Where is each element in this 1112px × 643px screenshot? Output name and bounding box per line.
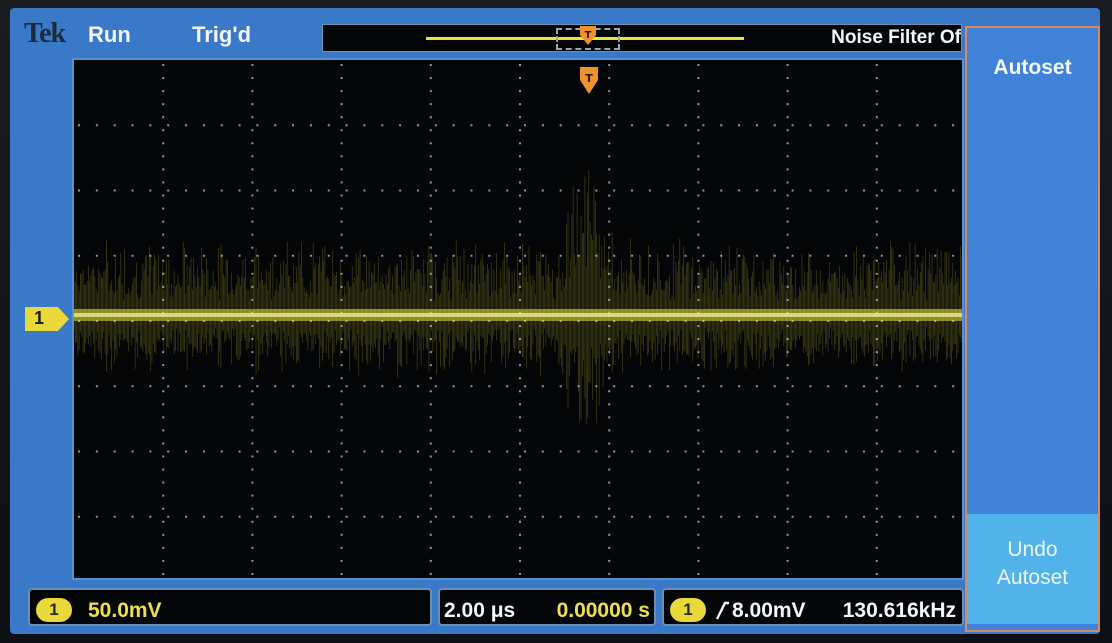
undo-autoset-line2: Autoset (996, 566, 1069, 589)
undo-autoset-button[interactable]: Undo Autoset (967, 514, 1098, 624)
time-per-div: 2.00 μs (444, 599, 516, 622)
trigger-source-badge: 1 (670, 598, 706, 622)
trigger-level: 8.00mV (732, 599, 806, 622)
horizontal-position: 0.00000 s (556, 599, 650, 622)
record-view-bar: T Noise Filter Of (322, 24, 962, 52)
oscilloscope-screen: Tek Run Trig'd T Noise Filter Of 1 T Aut… (10, 8, 1100, 634)
svg-text:T: T (585, 72, 593, 85)
channel-1-waveform-highlight (74, 313, 962, 317)
rising-edge-icon (716, 601, 729, 620)
waveform-graticule (72, 58, 964, 580)
trigger-point-marker-icon[interactable]: T (579, 66, 599, 96)
brand-logo: Tek (24, 18, 66, 49)
waveform-canvas (74, 64, 962, 575)
channel-1-ground-marker[interactable] (24, 306, 70, 332)
softkey-panel: Autoset Undo Autoset (965, 26, 1100, 632)
trigger-state: Trig'd (192, 22, 252, 47)
trigger-readout[interactable]: 1 8.00mV 130.616kHz (662, 588, 964, 626)
horizontal-readout[interactable]: 2.00 μs 0.00000 s (438, 588, 656, 626)
undo-autoset-line1: Undo (1007, 538, 1058, 561)
readout-bar: 1 50.0mV 2.00 μs 0.00000 s 1 8.00mV 130.… (10, 582, 965, 634)
noise-filter-label: Noise Filter Of (831, 27, 961, 48)
trigger-frequency: 130.616kHz (842, 599, 956, 622)
svg-text:T: T (585, 30, 592, 41)
autoset-button[interactable]: Autoset (967, 56, 1098, 80)
channel-1-badge: 1 (36, 598, 72, 622)
channel-1-marker-label: 1 (34, 308, 45, 328)
trigger-position-icon: T (580, 26, 596, 45)
channel-1-readout[interactable]: 1 50.0mV (28, 588, 432, 626)
acquisition-state: Run (88, 22, 131, 47)
channel-1-scale: 50.0mV (88, 599, 162, 622)
status-bar: Tek Run Trig'd T Noise Filter Of (10, 8, 965, 56)
